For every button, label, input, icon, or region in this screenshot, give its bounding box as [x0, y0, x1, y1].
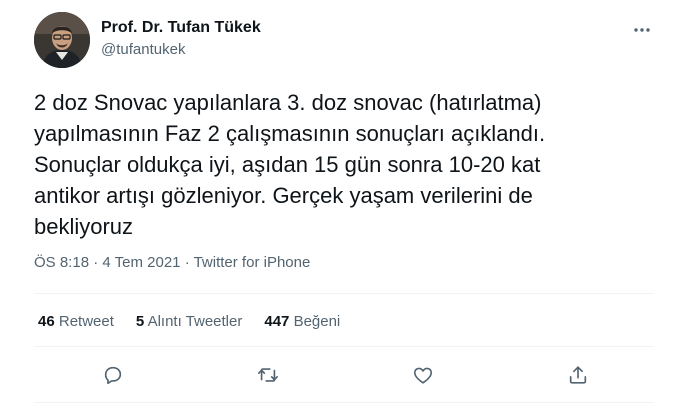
- divider: [34, 402, 654, 403]
- likes-label: Beğeni: [293, 313, 341, 330]
- like-button[interactable]: [410, 362, 436, 388]
- meta-separator: ·: [93, 254, 99, 271]
- quotes-label: Alıntı Tweetler: [147, 313, 243, 330]
- tweet-meta: ÖS 8:18 · 4 Tem 2021 · Twitter for iPhon…: [34, 253, 310, 273]
- likes-stat[interactable]: 447 Beğeni: [264, 312, 340, 332]
- tweet-stats: 46 Retweet 5 Alıntı Tweetler 447 Beğeni: [38, 312, 340, 332]
- tweet-source[interactable]: Twitter for iPhone: [194, 254, 311, 271]
- author-handle[interactable]: @tufantukek: [101, 40, 185, 60]
- divider: [34, 346, 654, 347]
- tweet-card: Prof. Dr. Tufan Tükek @tufantukek 2 doz …: [0, 0, 696, 416]
- author-name[interactable]: Prof. Dr. Tufan Tükek: [101, 18, 261, 38]
- likes-count: 447: [264, 313, 290, 330]
- tweet-date[interactable]: 4 Tem 2021: [102, 254, 180, 271]
- more-options-button[interactable]: [628, 16, 656, 44]
- retweet-button[interactable]: [255, 362, 281, 388]
- retweets-label: Retweet: [58, 313, 114, 330]
- quotes-count: 5: [135, 313, 145, 330]
- tweet-time[interactable]: ÖS 8:18: [34, 254, 89, 271]
- quotes-stat[interactable]: 5 Alıntı Tweetler: [136, 312, 242, 332]
- retweets-stat[interactable]: 46 Retweet: [38, 312, 114, 332]
- avatar-image: [34, 12, 90, 68]
- divider: [34, 293, 654, 294]
- tweet-text: 2 doz Snovac yapılanlara 3. doz snovac (…: [34, 90, 546, 239]
- retweets-count: 46: [38, 313, 55, 330]
- meta-separator: ·: [184, 254, 190, 271]
- avatar[interactable]: [34, 12, 90, 68]
- reply-button[interactable]: [100, 362, 126, 388]
- share-icon: [569, 366, 587, 384]
- retweet-icon: [258, 368, 278, 382]
- share-button[interactable]: [565, 362, 591, 388]
- reply-icon: [104, 366, 122, 385]
- more-icon: [634, 28, 650, 32]
- heart-icon: [413, 367, 433, 384]
